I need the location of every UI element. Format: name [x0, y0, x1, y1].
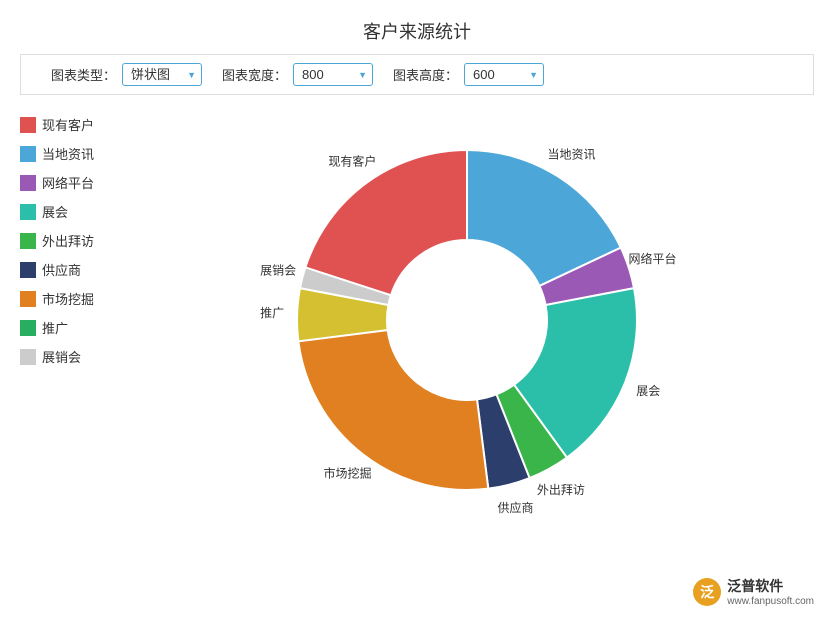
- donut-label: 现有客户: [328, 153, 376, 168]
- legend-label: 推广: [42, 318, 68, 337]
- donut-label: 推广: [260, 306, 284, 320]
- donut-chart: 现有客户 当地资讯网络平台展会外出拜访供应商 市场挖掘 推广 展销会: [257, 110, 677, 530]
- chart-height-select[interactable]: 600 400 500 700: [464, 63, 544, 86]
- legend-color: [20, 175, 36, 191]
- watermark: 泛 泛普软件 www.fanpusoft.com: [693, 576, 814, 607]
- legend-color: [20, 117, 36, 133]
- legend-color: [20, 320, 36, 336]
- donut-label: 外出拜访: [537, 483, 585, 497]
- page-title: 客户来源统计: [0, 0, 834, 54]
- legend: 现有客户 当地资讯 网络平台 展会 外出拜访 供应商 市场挖掘 推广 展销会: [20, 105, 110, 535]
- donut-label: 当地资讯: [547, 148, 595, 162]
- legend-color: [20, 146, 36, 162]
- legend-label: 外出拜访: [42, 231, 94, 250]
- legend-item: 现有客户: [20, 115, 110, 134]
- legend-color: [20, 233, 36, 249]
- donut-container: 现有客户 当地资讯网络平台展会外出拜访供应商 市场挖掘 推广 展销会: [120, 105, 814, 535]
- donut-label: 供应商: [497, 500, 533, 515]
- legend-item: 市场挖掘: [20, 289, 110, 308]
- legend-item: 推广: [20, 318, 110, 337]
- legend-color: [20, 349, 36, 365]
- legend-label: 供应商: [42, 260, 81, 279]
- chart-height-select-wrapper[interactable]: 600 400 500 700: [464, 63, 544, 86]
- chart-width-group: 图表宽度： 800 600 700 900: [222, 63, 373, 86]
- legend-item: 当地资讯: [20, 144, 110, 163]
- watermark-main: 泛普软件: [727, 576, 783, 596]
- chart-type-group: 图表类型： 饼状图 柱状图 折线图: [51, 63, 202, 86]
- chart-area: 现有客户 当地资讯 网络平台 展会 外出拜访 供应商 市场挖掘 推广 展销会: [0, 105, 834, 535]
- donut-segment: [305, 150, 467, 295]
- legend-item: 网络平台: [20, 173, 110, 192]
- donut-label: 展会: [636, 384, 660, 398]
- legend-label: 展会: [42, 202, 68, 221]
- legend-label: 展销会: [42, 347, 81, 366]
- chart-width-label: 图表宽度：: [222, 65, 287, 84]
- chart-width-select[interactable]: 800 600 700 900: [293, 63, 373, 86]
- chart-type-select-wrapper[interactable]: 饼状图 柱状图 折线图: [122, 63, 202, 86]
- chart-width-select-wrapper[interactable]: 800 600 700 900: [293, 63, 373, 86]
- legend-color: [20, 291, 36, 307]
- legend-item: 外出拜访: [20, 231, 110, 250]
- legend-item: 展会: [20, 202, 110, 221]
- chart-height-group: 图表高度： 600 400 500 700: [393, 63, 544, 86]
- controls-bar: 图表类型： 饼状图 柱状图 折线图 图表宽度： 800 600 700 900 …: [20, 54, 814, 95]
- chart-height-label: 图表高度：: [393, 65, 458, 84]
- watermark-text: 泛普软件 www.fanpusoft.com: [727, 576, 814, 607]
- legend-item: 展销会: [20, 347, 110, 366]
- donut-label: 网络平台: [628, 251, 676, 266]
- legend-label: 现有客户: [42, 115, 94, 134]
- donut-label: 展销会: [260, 264, 296, 278]
- watermark-sub: www.fanpusoft.com: [727, 596, 814, 607]
- chart-type-select[interactable]: 饼状图 柱状图 折线图: [122, 63, 202, 86]
- chart-type-label: 图表类型：: [51, 65, 116, 84]
- legend-label: 网络平台: [42, 173, 94, 192]
- legend-label: 当地资讯: [42, 144, 94, 163]
- legend-color: [20, 204, 36, 220]
- legend-item: 供应商: [20, 260, 110, 279]
- legend-color: [20, 262, 36, 278]
- watermark-logo: 泛: [693, 578, 721, 606]
- donut-label: 市场挖掘: [323, 465, 371, 480]
- legend-label: 市场挖掘: [42, 289, 94, 308]
